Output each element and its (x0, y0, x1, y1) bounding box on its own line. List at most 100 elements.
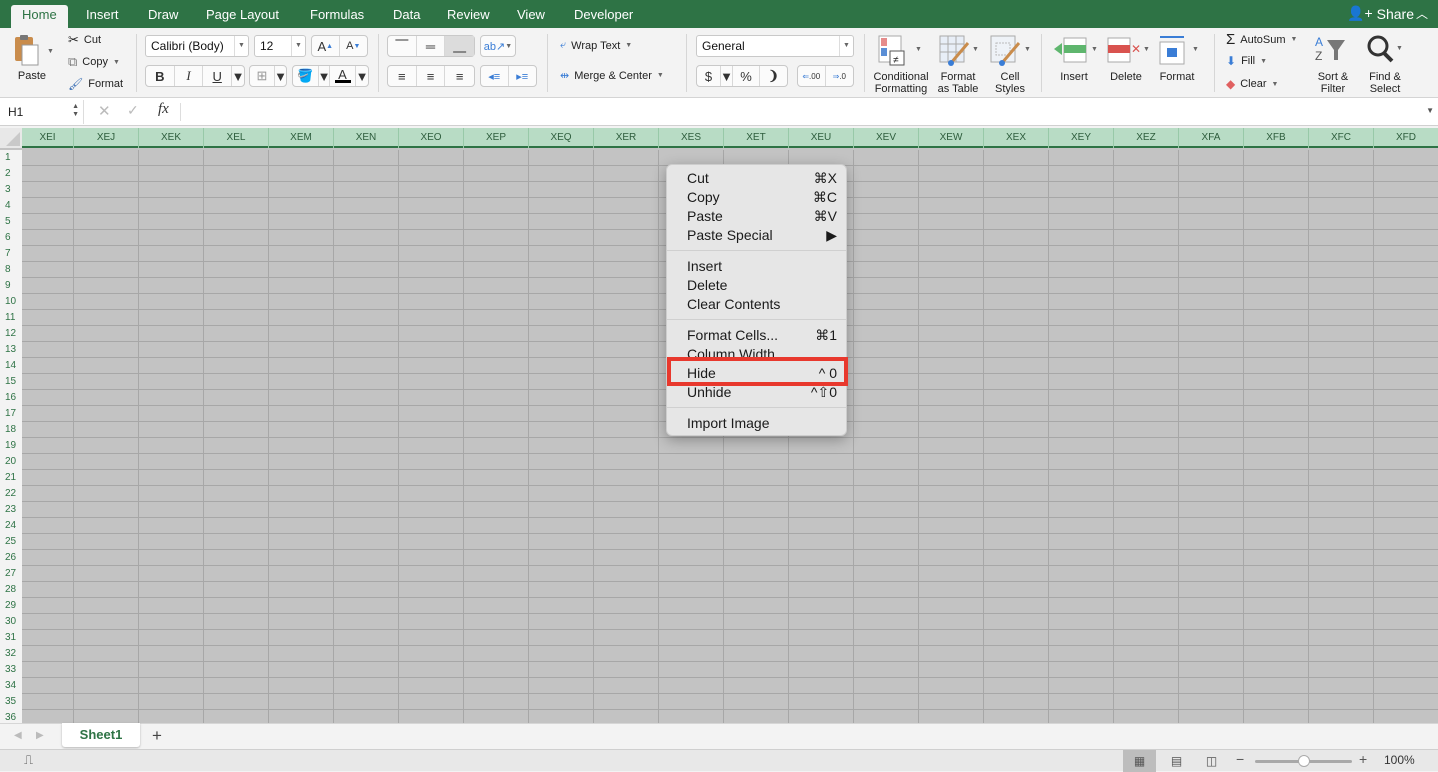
column-header[interactable]: XFB (1244, 128, 1309, 148)
percent-button[interactable]: % (733, 66, 760, 86)
tab-developer[interactable]: Developer (563, 5, 644, 28)
format-as-table-icon[interactable] (939, 35, 971, 70)
sort-filter-icon[interactable]: AZ (1315, 34, 1351, 67)
column-header[interactable]: XEJ (74, 128, 139, 148)
menu-item-paste-special[interactable]: Paste Special ▶ (667, 226, 846, 245)
menu-item-delete[interactable]: Delete (667, 276, 846, 295)
column-header[interactable]: XEY (1049, 128, 1114, 148)
menu-item-copy[interactable]: Copy ⌘C (667, 188, 846, 207)
row-header[interactable]: 4 (0, 198, 22, 214)
row-header[interactable]: 8 (0, 262, 22, 278)
format-painter-button[interactable]: 🖌 Format (68, 77, 123, 91)
macro-record-icon[interactable]: ⎍ (24, 752, 33, 768)
fill-color-dropdown[interactable]: ▼ (318, 66, 330, 86)
menu-item-insert[interactable]: Insert (667, 257, 846, 276)
column-header[interactable]: XEW (919, 128, 984, 148)
number-format-select[interactable]: General ▼ (696, 35, 854, 57)
decrease-indent-icon[interactable]: ◂≡ (481, 66, 509, 86)
row-header[interactable]: 18 (0, 422, 22, 438)
row-header[interactable]: 31 (0, 630, 22, 646)
align-left-icon[interactable]: ≡ (388, 66, 417, 86)
row-header[interactable]: 21 (0, 470, 22, 486)
zoom-out-button[interactable]: − (1236, 751, 1244, 767)
menu-item-paste[interactable]: Paste ⌘V (667, 207, 846, 226)
format-dropdown[interactable]: ▼ (1192, 46, 1199, 53)
insert-function-icon[interactable]: fx (158, 101, 169, 118)
bold-button[interactable]: B (146, 66, 175, 86)
row-header[interactable]: 14 (0, 358, 22, 374)
insert-cells-icon[interactable] (1054, 36, 1088, 67)
row-header[interactable]: 15 (0, 374, 22, 390)
conditional-formatting-icon[interactable]: ≠ (878, 35, 906, 70)
column-header[interactable]: XFD (1374, 128, 1438, 148)
column-header[interactable]: XER (594, 128, 659, 148)
conditional-formatting-dropdown[interactable]: ▼ (915, 46, 922, 53)
decrease-font-size-button[interactable]: A ▼ (340, 36, 367, 56)
zoom-in-button[interactable]: + (1359, 751, 1367, 767)
menu-item-cut[interactable]: Cut ⌘X (667, 169, 846, 188)
increase-indent-icon[interactable]: ▸≡ (509, 66, 536, 86)
normal-view-icon[interactable]: ▦ (1123, 750, 1156, 772)
row-header[interactable]: 22 (0, 486, 22, 502)
expand-formula-bar-icon[interactable]: ▼ (1426, 106, 1434, 115)
sheet-tab[interactable]: Sheet1 (62, 723, 140, 747)
zoom-slider[interactable] (1255, 755, 1352, 767)
prev-sheet-icon[interactable]: ◀ (14, 730, 22, 741)
increase-decimal-button[interactable]: ⇐ .00 (798, 66, 826, 86)
page-layout-view-icon[interactable]: ▤ (1160, 750, 1193, 772)
fill-color-icon[interactable]: 🪣 (293, 66, 319, 86)
align-center-icon[interactable]: ≡ (417, 66, 446, 86)
name-box-stepper-icon[interactable]: ▲ ▼ (72, 103, 79, 119)
font-color-dropdown[interactable]: ▼ (356, 66, 369, 86)
paste-icon[interactable] (14, 34, 40, 66)
orientation-icon[interactable]: ab↗ ▼ (481, 36, 515, 56)
column-header[interactable]: XEN (334, 128, 399, 148)
tab-draw[interactable]: Draw (137, 5, 189, 28)
row-header[interactable]: 16 (0, 390, 22, 406)
row-header[interactable]: 36 (0, 710, 22, 723)
column-header[interactable]: XEK (139, 128, 204, 148)
row-header[interactable]: 5 (0, 214, 22, 230)
delete-cells-icon[interactable]: ✕ (1106, 36, 1141, 67)
cell-styles-icon[interactable] (990, 35, 1022, 70)
column-header[interactable]: XEM (269, 128, 334, 148)
row-header[interactable]: 12 (0, 326, 22, 342)
add-sheet-button[interactable]: + (152, 726, 162, 746)
row-header[interactable]: 17 (0, 406, 22, 422)
column-header[interactable]: XEU (789, 128, 854, 148)
row-header[interactable]: 27 (0, 566, 22, 582)
paste-dropdown[interactable]: ▼ (47, 48, 54, 55)
zoom-slider-thumb[interactable] (1297, 755, 1310, 767)
name-box[interactable]: H1 ▲ ▼ (2, 100, 84, 124)
column-header[interactable]: XFC (1309, 128, 1374, 148)
align-right-icon[interactable]: ≡ (445, 66, 474, 86)
fill-button[interactable]: ⬇ Fill ▼ (1226, 54, 1267, 68)
copy-button[interactable]: ⧉ Copy ▼ (68, 54, 120, 70)
menu-item-import-image[interactable]: Import Image (667, 414, 846, 433)
tab-view[interactable]: View (506, 5, 556, 28)
row-header[interactable]: 13 (0, 342, 22, 358)
decrease-decimal-button[interactable]: ⇒ .0 (826, 66, 853, 86)
tab-home[interactable]: Home (11, 5, 68, 28)
column-header[interactable]: XEV (854, 128, 919, 148)
column-header[interactable]: XES (659, 128, 724, 148)
font-color-icon[interactable]: A (330, 66, 356, 86)
row-header[interactable]: 11 (0, 310, 22, 326)
row-header[interactable]: 23 (0, 502, 22, 518)
row-header[interactable]: 35 (0, 694, 22, 710)
menu-item-clear-contents[interactable]: Clear Contents (667, 295, 846, 314)
row-header[interactable]: 24 (0, 518, 22, 534)
row-header[interactable]: 26 (0, 550, 22, 566)
row-header[interactable]: 34 (0, 678, 22, 694)
row-header[interactable]: 32 (0, 646, 22, 662)
borders-icon[interactable]: ⊞ (250, 66, 275, 86)
column-header[interactable]: XEZ (1114, 128, 1179, 148)
row-header[interactable]: 9 (0, 278, 22, 294)
tab-insert[interactable]: Insert (75, 5, 130, 28)
share-button[interactable]: 👤+ Share (1347, 5, 1414, 22)
format-as-table-dropdown[interactable]: ▼ (972, 46, 979, 53)
select-all-button[interactable] (0, 128, 22, 148)
tab-formulas[interactable]: Formulas (299, 5, 375, 28)
find-select-icon[interactable]: ▼ (1366, 34, 1403, 67)
column-header[interactable]: XEX (984, 128, 1049, 148)
